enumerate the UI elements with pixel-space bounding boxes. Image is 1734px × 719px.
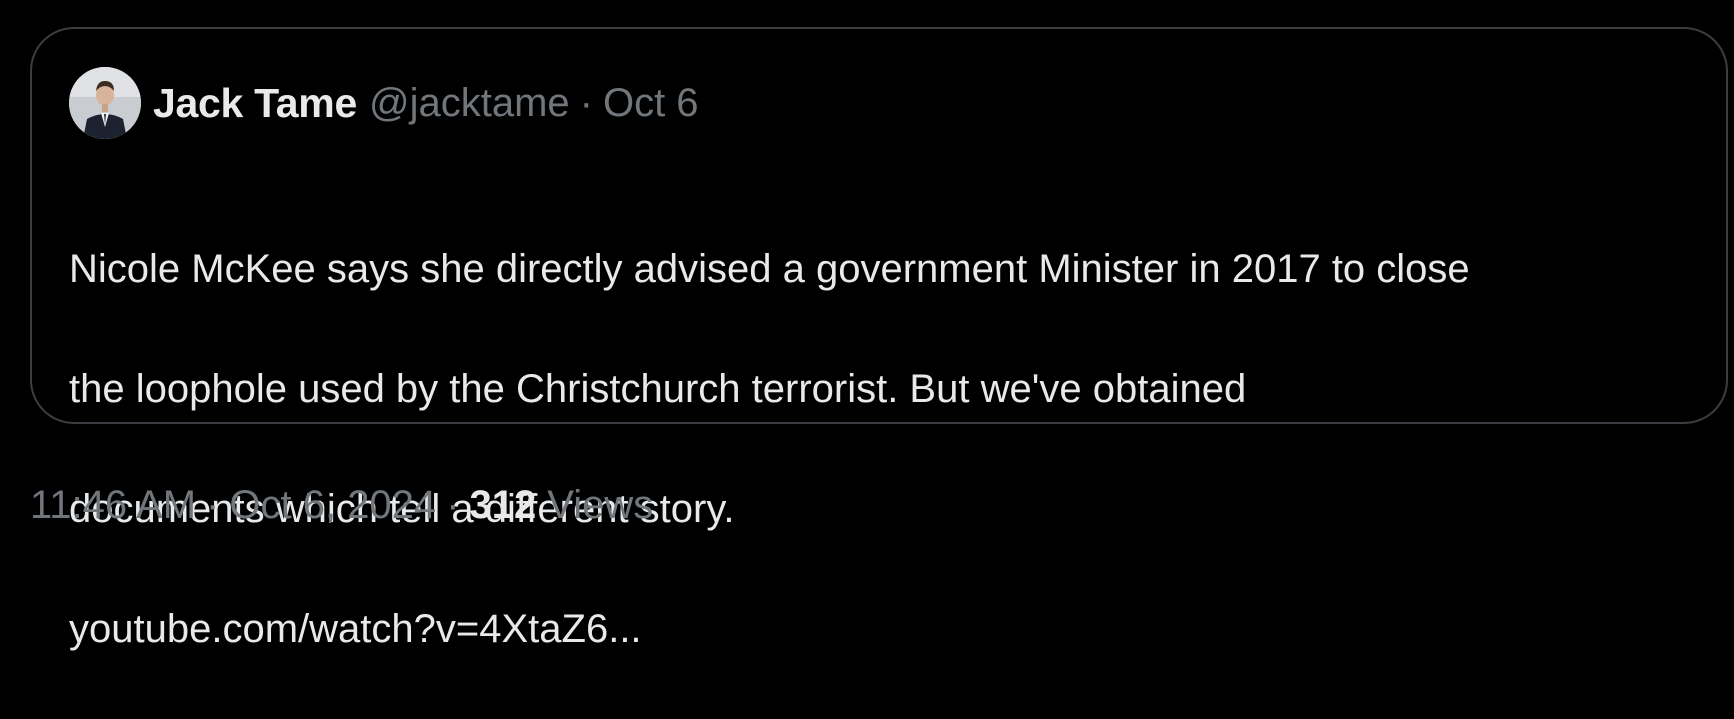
header-separator: · — [579, 80, 593, 125]
quoted-tweet-card[interactable]: Jack Tame @jacktame · Oct 6 Nicole McKee… — [30, 27, 1728, 651]
meta-separator: · — [446, 482, 460, 527]
tweet-text-line: the loophole used by the Christchurch te… — [69, 367, 1247, 411]
views-count[interactable]: 312 — [470, 483, 537, 528]
tweet-date[interactable]: Oct 6, 2024 — [229, 483, 436, 528]
tweet-link[interactable]: youtube.com/watch?v=4XtaZ6... — [69, 599, 1709, 659]
author-name[interactable]: Jack Tame — [153, 80, 357, 127]
quoted-tweet-date[interactable]: Oct 6 — [603, 81, 699, 126]
avatar[interactable] — [69, 67, 141, 139]
views-label[interactable]: Views — [547, 483, 653, 528]
meta-separator: · — [206, 482, 220, 527]
tweet-meta: 11:46 AM · Oct 6, 2024 · 312 Views — [30, 475, 653, 535]
author-handle[interactable]: @jacktame — [369, 81, 570, 126]
quoted-tweet-text: Nicole McKee says she directly advised a… — [69, 179, 1709, 719]
tweet-text-line: Nicole McKee says she directly advised a… — [69, 247, 1470, 291]
tweet-time[interactable]: 11:46 AM — [30, 483, 196, 528]
quoted-tweet-header: Jack Tame @jacktame · Oct 6 — [69, 67, 699, 139]
